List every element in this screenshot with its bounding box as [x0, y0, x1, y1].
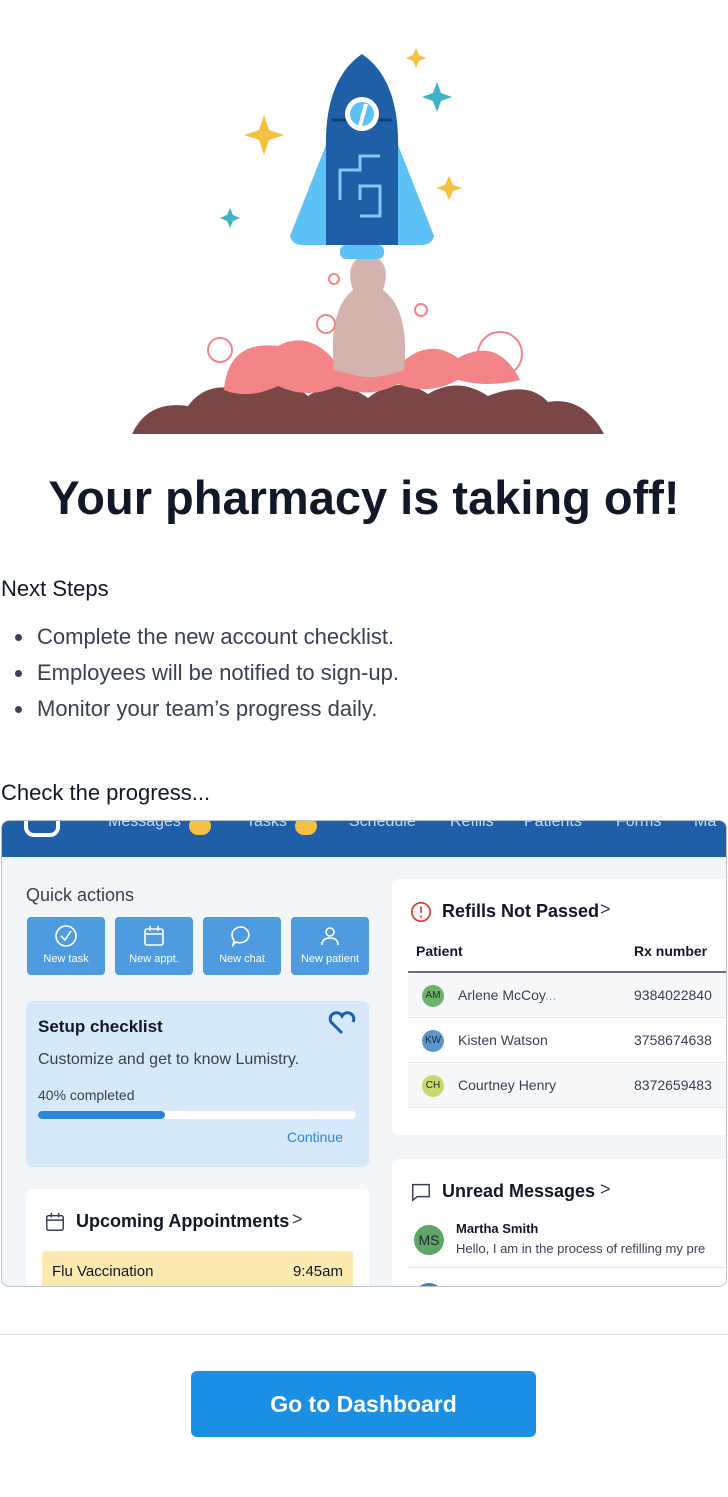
nav-item-tasks: Tasks — [246, 820, 287, 830]
column-header-rx: Rx number — [634, 943, 708, 959]
rocket-illustration — [128, 40, 608, 440]
message-sender: Martha Smith — [456, 1221, 539, 1236]
go-to-dashboard-button[interactable]: Go to Dashboard — [191, 1371, 536, 1437]
checklist-description: Customize and get to know Lumistry. — [38, 1051, 300, 1068]
calendar-icon — [144, 926, 164, 946]
appointment-row: Flu Vaccination 9:45am — [42, 1251, 353, 1286]
avatar — [414, 1283, 444, 1286]
notification-badge — [295, 821, 317, 835]
list-item: Complete the new account checklist. — [15, 620, 399, 656]
alert-icon — [411, 902, 431, 922]
chat-bubble-icon — [412, 1183, 430, 1202]
new-appointment-button: New appt. — [115, 917, 193, 975]
appointments-title: Upcoming Appointments — [76, 1211, 290, 1231]
avatar: AM — [422, 985, 444, 1007]
next-steps-title: Next Steps — [1, 576, 109, 601]
avatar: KW — [422, 1030, 444, 1052]
continue-link: Continue — [286, 1129, 343, 1145]
nav-item-more: Ma — [694, 820, 717, 830]
calendar-icon — [46, 1212, 64, 1231]
divider — [408, 1267, 726, 1268]
avatar: MS — [414, 1225, 444, 1255]
notification-badge — [189, 821, 211, 835]
progress-title: Check the progress... — [1, 780, 211, 805]
user-icon — [321, 927, 339, 946]
page-title: Your pharmacy is taking off! — [48, 471, 680, 524]
list-item: Employees will be notified to sign-up. — [15, 656, 399, 692]
next-steps-list: Complete the new account checklist. Empl… — [15, 620, 399, 728]
checklist-title: Setup checklist — [38, 1017, 163, 1036]
chevron-right-icon: > — [600, 1179, 611, 1199]
chat-bubble-icon — [231, 926, 250, 948]
nav-item-patients: Patients — [524, 820, 582, 830]
refills-title: Refills Not Passed — [442, 901, 600, 921]
dashboard-preview: Messages Tasks Schedule Refills Patients… — [1, 820, 727, 1287]
preview-top-nav: Messages Tasks Schedule Refills Patients… — [2, 821, 726, 857]
checklist-progress-bar — [38, 1111, 356, 1119]
unread-messages-card: Unread Messages > MS Martha Smith Hello,… — [392, 1159, 726, 1286]
new-patient-button: New patient — [291, 917, 369, 975]
setup-checklist-card: Setup checklist Customize and get to kno… — [26, 1001, 369, 1167]
list-item: Monitor your team’s progress daily. — [15, 692, 399, 728]
column-header-patient: Patient — [416, 943, 463, 959]
logo-icon — [24, 821, 60, 837]
avatar: CH — [422, 1075, 444, 1097]
refills-not-passed-card: Refills Not Passed > Patient Rx number A… — [392, 879, 726, 1135]
nav-item-refills: Refills — [450, 820, 494, 830]
chevron-right-icon: > — [600, 899, 611, 919]
heart-icon — [328, 1011, 356, 1035]
progress-fill — [38, 1111, 166, 1119]
messages-title: Unread Messages — [442, 1181, 596, 1201]
new-chat-button: New chat — [203, 917, 281, 975]
new-task-button: New task — [27, 917, 105, 975]
upcoming-appointments-card: Upcoming Appointments > Flu Vaccination … — [26, 1189, 369, 1286]
message-preview: Hello, I am in the process of refilling … — [456, 1241, 706, 1256]
nav-item-schedule: Schedule — [349, 820, 416, 830]
quick-actions-title: Quick actions — [26, 885, 135, 905]
check-circle-icon — [55, 925, 77, 947]
chevron-right-icon: > — [292, 1209, 303, 1229]
table-row: KW Kisten Watson 3758674638 — [408, 1018, 726, 1063]
nav-item-forms: Forms — [616, 820, 662, 830]
table-row: CH Courtney Henry 8372659483 — [408, 1063, 726, 1108]
table-row: AM Arlene McCoy... 9384022840 — [408, 973, 726, 1018]
nav-item-messages: Messages — [108, 820, 181, 830]
checklist-progress-label: 40% completed — [38, 1087, 135, 1103]
divider — [0, 1334, 728, 1335]
